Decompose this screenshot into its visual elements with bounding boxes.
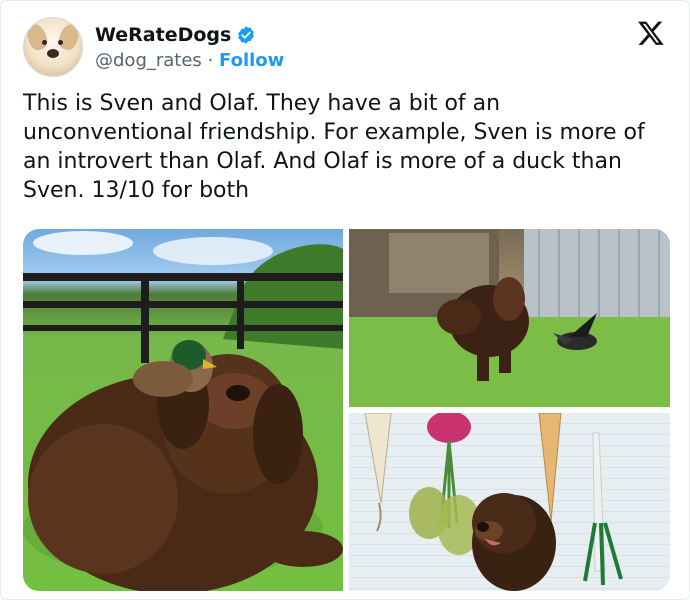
photo-illustration (23, 231, 343, 591)
avatar-eye (58, 40, 63, 45)
avatar-eye (42, 40, 47, 45)
photo-dog-with-duck-on-lawn[interactable] (23, 229, 343, 591)
avatar-ear (24, 21, 50, 53)
photo-illustration (364, 413, 623, 591)
tweet-card: WeRateDogs @dog_rates · Follow This is S… (0, 0, 690, 600)
tweet-text: This is Sven and Olaf. They have a bit o… (23, 91, 645, 203)
avatar[interactable] (23, 17, 83, 77)
verified-badge-icon (238, 25, 255, 44)
follow-button[interactable]: Follow (219, 50, 284, 71)
photo-dog-chasing-duck[interactable] (349, 229, 670, 407)
display-name[interactable]: WeRateDogs (95, 24, 231, 46)
avatar-nose (47, 49, 59, 58)
user-handle[interactable]: @dog_rates (95, 50, 202, 71)
avatar-ear (56, 21, 82, 53)
photo-dog-with-vegetable-mural[interactable] (349, 413, 670, 591)
user-names: WeRateDogs @dog_rates · Follow (95, 24, 284, 71)
separator: · (207, 49, 214, 71)
x-logo-icon[interactable] (637, 19, 665, 47)
tweet-header: WeRateDogs @dog_rates · Follow (23, 17, 284, 77)
handle-row: @dog_rates · Follow (95, 50, 284, 71)
display-name-row: WeRateDogs (95, 24, 284, 46)
media-grid (23, 229, 670, 591)
photo-illustration (349, 229, 670, 407)
